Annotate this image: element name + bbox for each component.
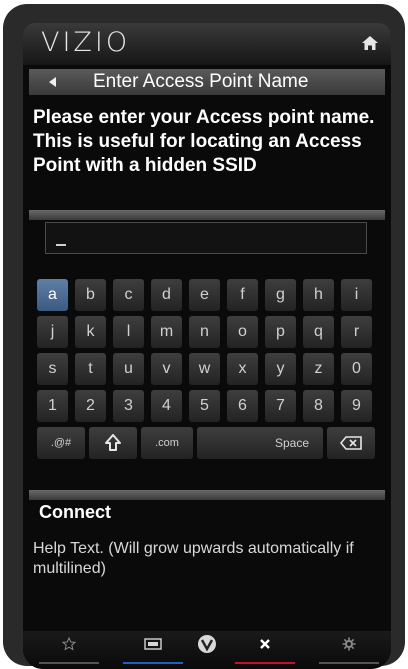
star-icon (62, 637, 76, 651)
key-backspace[interactable] (327, 427, 375, 459)
vizio-v-icon (198, 635, 216, 653)
footer-underline-red (235, 662, 295, 664)
tv-input-icon (144, 638, 162, 650)
key-0[interactable]: 0 (341, 353, 372, 385)
footer-nav (23, 631, 391, 669)
vizio-logo: VIZIO (41, 27, 131, 58)
menu-header: Enter Access Point Name (29, 69, 385, 95)
key-s[interactable]: s (37, 353, 68, 385)
footer-underline-blue (123, 662, 183, 664)
key-p[interactable]: p (265, 316, 296, 348)
key-u[interactable]: u (113, 353, 144, 385)
key-n[interactable]: n (189, 316, 220, 348)
backspace-icon (340, 436, 362, 450)
key-1[interactable]: 1 (37, 390, 68, 422)
shift-arrow-icon (105, 434, 121, 451)
key-9[interactable]: 9 (341, 390, 372, 422)
help-text: Help Text. (Will grow upwards automatica… (33, 540, 354, 577)
key-6[interactable]: 6 (227, 390, 258, 422)
tv-screen: VIZIO Enter Access Point Name Please ent… (23, 23, 391, 669)
key-dotcom[interactable]: .com (141, 427, 193, 459)
key-t[interactable]: t (75, 353, 106, 385)
key-d[interactable]: d (151, 279, 182, 311)
key-x[interactable]: x (227, 353, 258, 385)
connect-button[interactable]: Connect (39, 502, 111, 523)
instruction-text: Please enter your Access point name. Thi… (33, 107, 375, 176)
key-f[interactable]: f (227, 279, 258, 311)
gear-icon (342, 637, 356, 651)
key-z[interactable]: z (303, 353, 334, 385)
close-icon (260, 639, 270, 649)
back-arrow-icon[interactable] (49, 77, 56, 87)
key-b[interactable]: b (75, 279, 106, 311)
key-3[interactable]: 3 (113, 390, 144, 422)
access-point-name-input[interactable] (45, 222, 367, 254)
page-title: Enter Access Point Name (93, 71, 309, 92)
footer-settings[interactable] (319, 631, 379, 669)
footer-input[interactable] (123, 631, 183, 669)
key-c[interactable]: c (113, 279, 144, 311)
key-7[interactable]: 7 (265, 390, 296, 422)
divider (29, 490, 385, 500)
key-a[interactable]: a (37, 279, 68, 311)
key-w[interactable]: w (189, 353, 220, 385)
text-cursor (56, 244, 66, 246)
key-j[interactable]: j (37, 316, 68, 348)
home-icon[interactable] (361, 34, 379, 52)
key-v[interactable]: v (151, 353, 182, 385)
divider (29, 210, 385, 220)
key-k[interactable]: k (75, 316, 106, 348)
key-shift[interactable] (89, 427, 137, 459)
footer-favorites[interactable] (39, 631, 99, 669)
key-h[interactable]: h (303, 279, 334, 311)
key-symbols[interactable]: .@# (37, 427, 85, 459)
key-l[interactable]: l (113, 316, 144, 348)
key-8[interactable]: 8 (303, 390, 334, 422)
top-bar: VIZIO (23, 23, 391, 65)
key-i[interactable]: i (341, 279, 372, 311)
key-r[interactable]: r (341, 316, 372, 348)
footer-close[interactable] (235, 631, 295, 669)
key-m[interactable]: m (151, 316, 182, 348)
key-space[interactable]: Space (197, 427, 323, 459)
key-y[interactable]: y (265, 353, 296, 385)
footer-underline (319, 662, 379, 664)
key-o[interactable]: o (227, 316, 258, 348)
key-g[interactable]: g (265, 279, 296, 311)
key-e[interactable]: e (189, 279, 220, 311)
key-2[interactable]: 2 (75, 390, 106, 422)
footer-vizio[interactable] (193, 631, 221, 669)
footer-underline (39, 662, 99, 664)
device-frame: VIZIO Enter Access Point Name Please ent… (3, 4, 405, 669)
key-5[interactable]: 5 (189, 390, 220, 422)
key-q[interactable]: q (303, 316, 334, 348)
key-4[interactable]: 4 (151, 390, 182, 422)
